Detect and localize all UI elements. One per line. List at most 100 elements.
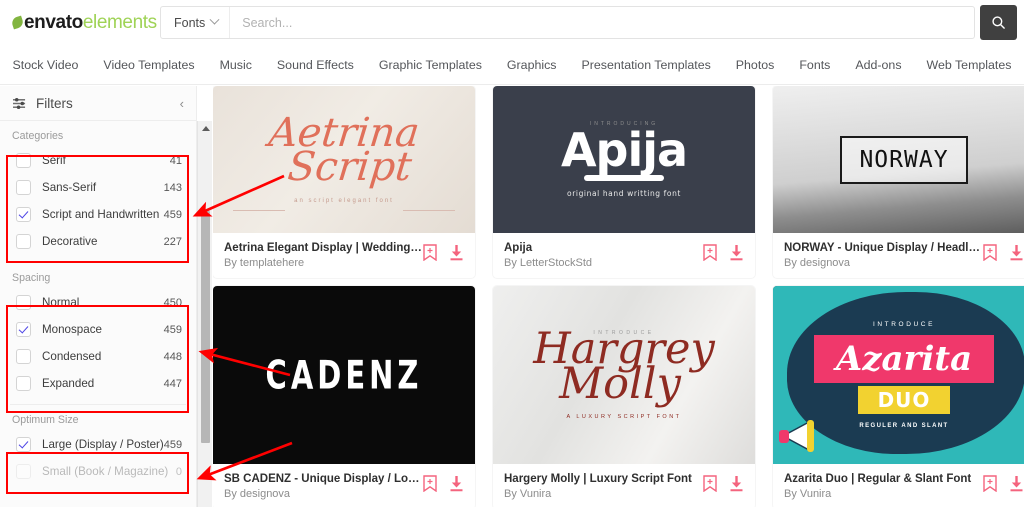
checkbox-monospace[interactable] (16, 322, 31, 337)
font-card-title[interactable]: Apija (504, 242, 703, 254)
preview-text-line-1: Apija (560, 123, 688, 177)
results-grid: Aetrina Script an script elegant font Ae… (213, 86, 1024, 507)
search-category-dropdown[interactable]: Fonts (161, 7, 231, 38)
nav-item-music[interactable]: Music (207, 58, 264, 72)
nav-item-graphic-templates[interactable]: Graphic Templates (366, 58, 494, 72)
filter-group-categories: Serif 41 Sans-Serif 143 Script and Handw… (6, 147, 190, 255)
filter-option-small-book-magazine[interactable]: Small (Book / Magazine) 0 (6, 458, 190, 485)
filter-option-decorative[interactable]: Decorative 227 (6, 228, 190, 255)
search-input[interactable] (230, 7, 974, 38)
checkbox-condensed[interactable] (16, 349, 31, 364)
chevron-down-icon (209, 14, 220, 25)
filter-count-expanded: 447 (163, 377, 182, 390)
filter-label-sans-serif: Sans-Serif (42, 181, 97, 194)
chevron-left-icon[interactable]: ‹ (180, 96, 184, 111)
checkbox-large-display-poster[interactable] (16, 437, 31, 452)
font-card-author[interactable]: By designova (784, 257, 983, 269)
checkbox-small-book-magazine[interactable] (16, 464, 31, 479)
filter-option-normal[interactable]: Normal 450 (6, 289, 190, 316)
checkbox-normal[interactable] (16, 295, 31, 310)
filter-label-large-display-poster: Large (Display / Poster) (42, 438, 164, 451)
font-card-author[interactable]: By Vunira (504, 488, 703, 500)
font-preview-thumbnail[interactable]: INTRODUCING Apija original hand writting… (493, 86, 755, 233)
bookmark-add-icon[interactable] (983, 475, 997, 497)
checkbox-script-and-handwritten[interactable] (16, 207, 31, 222)
font-card-title[interactable]: NORWAY - Unique Display / Headlin... (784, 242, 983, 254)
nav-item-presentation-templates[interactable]: Presentation Templates (569, 58, 723, 72)
filter-label-monospace: Monospace (42, 323, 102, 336)
download-icon[interactable] (449, 244, 464, 266)
filters-title: Filters (36, 95, 73, 111)
font-card[interactable]: INTRODUCE Hargrey Molly A LUXURY SCRIPT … (493, 286, 755, 507)
nav-item-graphics[interactable]: Graphics (494, 58, 569, 72)
sidebar-scrollbar-thumb[interactable] (201, 211, 210, 443)
preview-text-line-2: DUO (877, 388, 931, 412)
font-card[interactable]: CADENZ SB CADENZ - Unique Display / Logo… (213, 286, 475, 507)
nav-item-video-templates[interactable]: Video Templates (91, 58, 207, 72)
filter-label-condensed: Condensed (42, 350, 102, 363)
preview-text-line-1: Azarita (835, 339, 973, 379)
font-card-title[interactable]: Aetrina Elegant Display | Wedding F... (224, 242, 423, 254)
filter-count-normal: 450 (163, 296, 182, 309)
checkbox-decorative[interactable] (16, 234, 31, 249)
font-preview-thumbnail[interactable]: Aetrina Script an script elegant font (213, 86, 475, 233)
preview-underline-bar (584, 175, 664, 181)
font-card-author[interactable]: By LetterStockStd (504, 257, 703, 269)
search-submit-button[interactable] (980, 5, 1017, 40)
logo-elements-text: elements (82, 11, 157, 33)
font-card[interactable]: INTRODUCING Apija original hand writting… (493, 86, 755, 278)
filter-count-small-book-magazine: 0 (175, 465, 182, 478)
filter-option-condensed[interactable]: Condensed 448 (6, 343, 190, 370)
filter-section-label-spacing: Spacing (12, 272, 51, 284)
preview-frame: NORWAY (840, 135, 968, 184)
font-preview-thumbnail[interactable]: CADENZ (213, 286, 475, 464)
download-icon[interactable] (729, 244, 744, 266)
font-card-author[interactable]: By Vunira (784, 488, 983, 500)
filter-option-script-and-handwritten[interactable]: Script and Handwritten 459 (6, 201, 190, 228)
filter-option-monospace[interactable]: Monospace 459 (6, 316, 190, 343)
preview-yellow-banner: DUO (857, 386, 951, 414)
font-card[interactable]: NORWAY NORWAY - Unique Display / Headlin… (773, 86, 1024, 278)
nav-item-add-ons[interactable]: Add-ons (843, 58, 914, 72)
font-preview-thumbnail[interactable]: INTRODUCE Hargrey Molly A LUXURY SCRIPT … (493, 286, 755, 464)
download-icon[interactable] (1009, 244, 1024, 266)
bookmark-add-icon[interactable] (983, 244, 997, 266)
font-card-author[interactable]: By templatehere (224, 257, 423, 269)
nav-item-fonts[interactable]: Fonts (787, 58, 843, 72)
filter-option-expanded[interactable]: Expanded 447 (6, 370, 190, 397)
filter-icon (13, 97, 26, 109)
search-icon (992, 16, 1005, 29)
nav-item-web-templates[interactable]: Web Templates (914, 58, 1024, 72)
bookmark-add-icon[interactable] (423, 475, 437, 497)
bookmark-add-icon[interactable] (703, 475, 717, 497)
nav-item-sound-effects[interactable]: Sound Effects (264, 58, 366, 72)
sidebar-scrollbar[interactable] (197, 121, 212, 507)
font-preview-thumbnail[interactable]: NORWAY (773, 86, 1024, 233)
filter-option-serif[interactable]: Serif 41 (6, 147, 190, 174)
filter-option-large-display-poster[interactable]: Large (Display / Poster) 459 (6, 431, 190, 458)
bookmark-add-icon[interactable] (423, 244, 437, 266)
font-card-title[interactable]: SB CADENZ - Unique Display / Logo... (224, 473, 423, 485)
category-nav: Stock Video Video Templates Music Sound … (0, 45, 1024, 85)
preview-toptext: INTRODUCE (872, 321, 936, 328)
checkbox-serif[interactable] (16, 153, 31, 168)
font-preview-thumbnail[interactable]: INTRODUCE Azarita DUO REGULER AND SLANT (773, 286, 1024, 464)
download-icon[interactable] (449, 475, 464, 497)
font-card-title[interactable]: Azarita Duo | Regular & Slant Font (784, 473, 983, 485)
font-card-title[interactable]: Hargery Molly | Luxury Script Font (504, 473, 703, 485)
font-card-footer: Hargery Molly | Luxury Script Font By Vu… (493, 464, 755, 507)
download-icon[interactable] (729, 475, 744, 497)
checkbox-sans-serif[interactable] (16, 180, 31, 195)
download-icon[interactable] (1009, 475, 1024, 497)
font-card-author[interactable]: By designova (224, 488, 423, 500)
filter-count-large-display-poster: 459 (163, 438, 183, 451)
nav-item-photos[interactable]: Photos (723, 58, 787, 72)
envato-elements-logo[interactable]: envato elements (10, 11, 157, 34)
filter-option-sans-serif[interactable]: Sans-Serif 143 (6, 174, 190, 201)
bookmark-add-icon[interactable] (703, 244, 717, 266)
scroll-up-arrow-icon[interactable] (198, 121, 213, 136)
font-card[interactable]: INTRODUCE Azarita DUO REGULER AND SLANT (773, 286, 1024, 507)
font-card[interactable]: Aetrina Script an script elegant font Ae… (213, 86, 475, 278)
nav-item-stock-video[interactable]: Stock Video (0, 58, 91, 72)
checkbox-expanded[interactable] (16, 376, 31, 391)
